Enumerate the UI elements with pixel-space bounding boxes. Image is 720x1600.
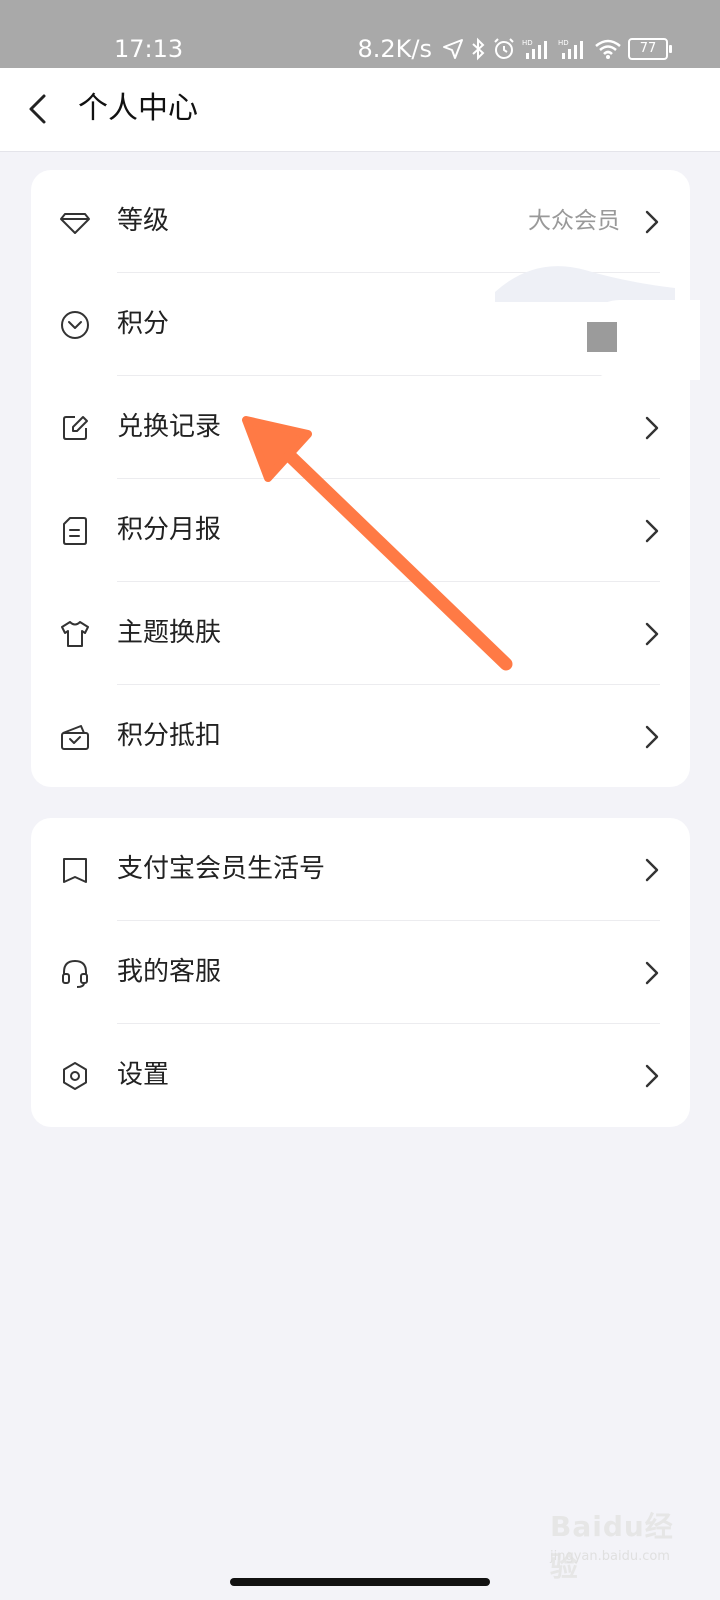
chevron-right-icon [644, 725, 660, 749]
network-speed: 8.2K/s [357, 35, 433, 63]
watermark: Baidu经验 jingyan.baidu.com [550, 1505, 680, 1583]
menu-item-customer-service[interactable]: 我的客服 [31, 921, 690, 1024]
svg-text:HD: HD [522, 39, 533, 47]
bookmark-icon [59, 854, 91, 886]
menu-item-monthly-report[interactable]: 积分月报 [31, 479, 690, 582]
chevron-left-icon [29, 94, 46, 124]
location-arrow-icon [442, 38, 464, 60]
hexagon-settings-icon [59, 1060, 91, 1092]
menu-item-label: 兑换记录 [117, 412, 222, 442]
diamond-icon [59, 206, 91, 238]
chevron-right-icon [644, 416, 660, 440]
chevron-right-icon [644, 210, 660, 234]
menu-item-label: 设置 [117, 1060, 170, 1090]
circle-chevron-down-icon [59, 309, 91, 341]
menu-item-exchange-records[interactable]: 兑换记录 [31, 376, 690, 479]
headset-icon [59, 957, 91, 989]
back-button[interactable] [22, 92, 56, 126]
chevron-right-icon [644, 1064, 660, 1088]
level-value: 大众会员 [528, 208, 620, 234]
status-bar: 17:13 8.2K/s HD HD 77 [0, 0, 720, 68]
status-icons: 8.2K/s HD HD 77 [357, 34, 672, 64]
chevron-right-icon [644, 961, 660, 985]
alarm-icon [492, 37, 516, 61]
svg-text:HD: HD [558, 39, 569, 47]
menu-item-label: 主题换肤 [117, 618, 222, 648]
hd-signal-icon: HD [558, 37, 588, 61]
page-title: 个人中心 [78, 91, 198, 126]
battery-icon: 77 [628, 38, 672, 60]
menu-item-label: 等级 [117, 206, 170, 236]
chevron-right-icon [644, 519, 660, 543]
wifi-icon [594, 38, 622, 60]
status-time: 17:13 [114, 35, 184, 63]
menu-item-theme-skin[interactable]: 主题换肤 [31, 582, 690, 685]
menu-item-points-deduction[interactable]: 积分抵扣 [31, 685, 690, 788]
chevron-right-icon [644, 858, 660, 882]
chevron-right-icon [644, 622, 660, 646]
service-card: 支付宝会员生活号 我的客服 设置 [31, 818, 690, 1127]
nav-bar: 个人中心 [0, 68, 720, 152]
watermark-brand: Baidu经验 [550, 1510, 674, 1583]
menu-item-alipay-life[interactable]: 支付宝会员生活号 [31, 818, 690, 921]
menu-item-label: 积分月报 [117, 515, 222, 545]
menu-item-settings[interactable]: 设置 [31, 1024, 690, 1127]
menu-item-label: 我的客服 [117, 957, 222, 987]
floating-widget-wave [495, 266, 675, 302]
menu-item-label: 支付宝会员生活号 [117, 854, 326, 884]
wallet-icon [59, 721, 91, 753]
floating-widget-square-icon [587, 322, 617, 352]
hd-signal-icon: HD [522, 37, 552, 61]
menu-item-level[interactable]: 等级 大众会员 [31, 170, 690, 273]
report-document-icon [59, 515, 91, 547]
menu-item-label: 积分 [117, 309, 170, 339]
bluetooth-icon [470, 37, 486, 61]
tshirt-icon [59, 618, 91, 650]
edit-icon [59, 412, 91, 444]
menu-item-label: 积分抵扣 [117, 721, 222, 751]
watermark-url: jingyan.baidu.com [550, 1549, 670, 1564]
home-indicator[interactable] [230, 1578, 490, 1586]
